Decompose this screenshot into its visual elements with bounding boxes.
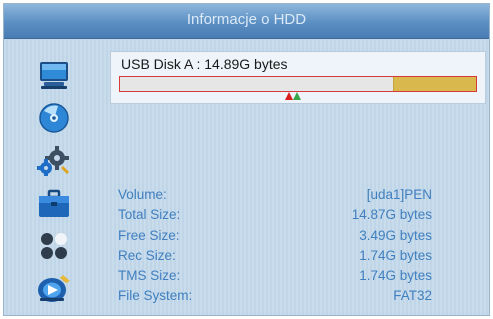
- monitor-icon: [40, 62, 68, 89]
- detail-row-total-size: Total Size: 14.87G bytes: [118, 207, 432, 227]
- hdd-info-screen: Informacje o HDD USB Disk A: 14.89G byt…: [3, 3, 490, 316]
- detail-row-volume: Volume: [uda1]PEN: [118, 187, 432, 207]
- sidebar-item-apps[interactable]: [36, 230, 72, 262]
- sidebar-menu: [26, 49, 82, 314]
- media-playback-icon: [38, 275, 70, 302]
- detail-label: Volume:: [118, 187, 167, 202]
- detail-label: File System:: [118, 288, 193, 304]
- disk-used-fill: [393, 77, 476, 91]
- sidebar-item-media[interactable]: [36, 272, 76, 304]
- disk-info-panel: USB Disk A : 14.89G bytes: [110, 51, 486, 104]
- detail-value: 1.74G bytes: [359, 268, 432, 284]
- disc-icon: [39, 103, 69, 133]
- sidebar-item-settings[interactable]: [36, 145, 72, 177]
- disk-label: USB Disk A : 14.89G bytes: [121, 56, 288, 72]
- detail-label: TMS Size:: [118, 268, 181, 284]
- dots-icon: [41, 233, 67, 259]
- detail-value: [uda1]PEN: [366, 187, 432, 202]
- detail-row-free-size: Free Size: 3.49G bytes: [118, 228, 432, 248]
- settings-gear-icon: [37, 146, 69, 176]
- content-area: USB Disk A : 14.89G bytes Volume: [uda1]…: [4, 39, 489, 315]
- detail-value: FAT32: [393, 288, 432, 304]
- detail-label: Free Size:: [118, 227, 180, 243]
- detail-value: 1.74G bytes: [359, 247, 432, 263]
- detail-value: 3.49G bytes: [359, 227, 432, 243]
- position-marker-green-icon: [293, 92, 301, 100]
- detail-row-file-system: File System: FAT32: [118, 288, 432, 308]
- sidebar-item-toolbox[interactable]: [36, 188, 72, 220]
- toolbox-icon: [39, 189, 69, 217]
- detail-value: 14.87G bytes: [351, 207, 432, 223]
- detail-row-tms-size: TMS Size: 1.74G bytes: [118, 268, 432, 288]
- detail-row-rec-size: Rec Size: 1.74G bytes: [118, 248, 432, 268]
- disk-details: Volume: [uda1]PEN Total Size: 14.87G byt…: [118, 187, 432, 309]
- sidebar-item-disc[interactable]: [36, 102, 72, 134]
- sidebar-item-monitor[interactable]: [36, 59, 72, 91]
- detail-label: Total Size:: [118, 207, 181, 223]
- disk-usage-bar: [119, 76, 477, 92]
- position-marker-red-icon: [285, 92, 293, 100]
- detail-label: Rec Size:: [118, 247, 176, 263]
- page-title: Informacje o HDD: [4, 4, 489, 39]
